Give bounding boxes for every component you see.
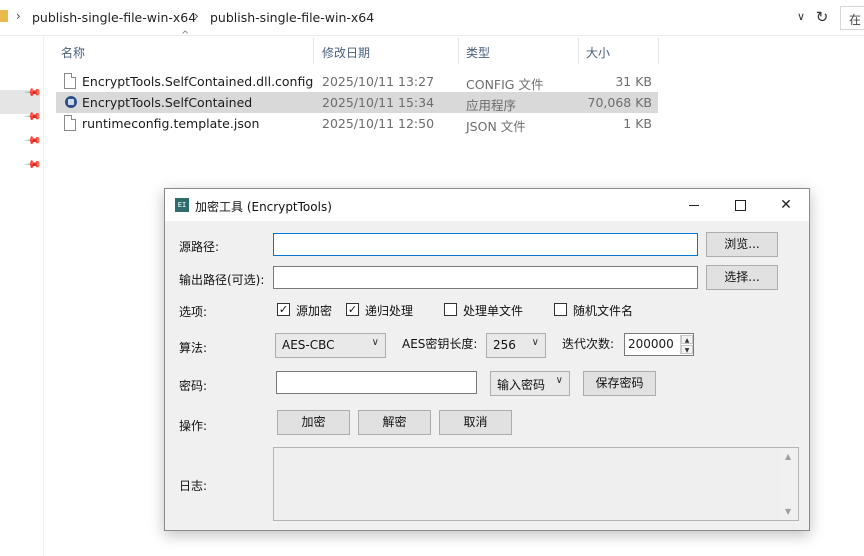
column-header-size[interactable]: 大小	[586, 36, 656, 66]
password-mode-value: 输入密码	[497, 378, 546, 392]
iterations-label: 迭代次数:	[562, 337, 615, 351]
chevron-down-icon: ∨	[371, 337, 379, 348]
key-length-value: 256	[493, 338, 516, 352]
file-row[interactable]: EncryptTools.SelfContained.dll.config 20…	[56, 71, 658, 92]
breadcrumb-item[interactable]: publish-single-file-win-x64	[32, 10, 196, 25]
scroll-down-icon[interactable]: ▼	[785, 507, 791, 516]
source-path-input[interactable]	[273, 233, 698, 256]
select-button[interactable]: 选择...	[706, 265, 778, 290]
minimize-button[interactable]	[671, 189, 717, 221]
column-header-type[interactable]: 类型	[466, 36, 566, 66]
encrypt-tools-dialog: EI 加密工具 (EncryptTools) ✕ 源路径: 浏览... 输出路径…	[164, 188, 810, 531]
file-size: 70,068 KB	[587, 95, 652, 110]
random-filename-label[interactable]: 随机文件名	[573, 302, 633, 319]
maximize-button[interactable]	[717, 189, 763, 221]
file-row[interactable]: runtimeconfig.template.json 2025/10/11 1…	[56, 113, 658, 134]
algorithm-label: 算法:	[179, 341, 208, 355]
algorithm-select[interactable]: AES-CBC ∨	[275, 333, 386, 358]
password-label: 密码:	[179, 379, 208, 393]
spin-down-icon[interactable]: ▼	[681, 345, 693, 354]
output-path-label: 输出路径(可选):	[179, 273, 265, 287]
file-type: CONFIG 文件	[466, 77, 544, 92]
file-icon	[64, 73, 76, 89]
address-bar[interactable]: › publish-single-file-win-x64 › publish-…	[0, 0, 864, 36]
window-title: 加密工具 (EncryptTools)	[195, 200, 332, 214]
file-size: 31 KB	[615, 74, 652, 89]
folder-icon	[0, 10, 8, 22]
column-divider[interactable]	[458, 38, 459, 64]
scroll-up-icon[interactable]: ▲	[785, 452, 791, 461]
single-file-checkbox[interactable]	[444, 303, 457, 316]
key-length-label: AES密钥长度:	[402, 337, 478, 351]
title-bar[interactable]: EI 加密工具 (EncryptTools) ✕	[165, 189, 809, 221]
recursive-label[interactable]: 递归处理	[365, 302, 413, 319]
chevron-down-icon: ∨	[531, 337, 539, 348]
log-textarea[interactable]: ▲ ▼	[273, 447, 799, 521]
output-path-input[interactable]	[273, 266, 698, 289]
file-date: 2025/10/11 15:34	[322, 95, 435, 110]
file-size: 1 KB	[623, 116, 652, 131]
random-filename-checkbox[interactable]	[554, 303, 567, 316]
column-header-date[interactable]: 修改日期	[322, 36, 452, 66]
recursive-checkbox[interactable]: ✓	[346, 303, 359, 316]
source-path-label: 源路径:	[179, 240, 220, 254]
iterations-input[interactable]: 200000 ▲ ▼	[624, 333, 694, 356]
chevron-down-icon: ∨	[555, 375, 563, 386]
cancel-button[interactable]: 取消	[439, 410, 512, 435]
chevron-down-icon[interactable]: ∨	[797, 10, 809, 26]
file-name: runtimeconfig.template.json	[82, 116, 260, 131]
close-icon: ✕	[780, 197, 792, 213]
browse-button[interactable]: 浏览...	[706, 232, 778, 257]
refresh-icon[interactable]: ↻	[813, 8, 831, 28]
pin-icon: 📌	[23, 155, 43, 174]
iterations-value: 200000	[628, 337, 674, 351]
save-password-button[interactable]: 保存密码	[583, 371, 656, 396]
log-scrollbar[interactable]: ▲ ▼	[781, 448, 798, 520]
options-label: 选项:	[179, 305, 208, 319]
application-icon	[65, 96, 77, 108]
source-encrypt-label[interactable]: 源加密	[296, 302, 332, 319]
column-header-name[interactable]: 名称	[61, 36, 311, 66]
file-icon	[64, 115, 76, 131]
pin-icon: 📌	[23, 131, 43, 150]
password-mode-select[interactable]: 输入密码 ∨	[490, 371, 570, 396]
file-name: EncryptTools.SelfContained	[82, 95, 253, 110]
search-input[interactable]: 在	[840, 6, 864, 30]
chevron-right-icon: ›	[194, 9, 199, 23]
decrypt-button[interactable]: 解密	[358, 410, 431, 435]
file-date: 2025/10/11 13:27	[322, 74, 435, 89]
column-divider[interactable]	[313, 38, 314, 64]
single-file-label[interactable]: 处理单文件	[463, 302, 523, 319]
file-row[interactable]: EncryptTools.SelfContained 2025/10/11 15…	[56, 92, 658, 113]
column-divider[interactable]	[578, 38, 579, 64]
key-length-select[interactable]: 256 ∨	[486, 333, 546, 358]
algorithm-value: AES-CBC	[282, 338, 335, 352]
log-label: 日志:	[179, 479, 208, 493]
column-divider[interactable]	[658, 38, 659, 64]
iterations-stepper[interactable]: ▲ ▼	[680, 335, 693, 354]
password-input[interactable]	[276, 371, 477, 394]
actions-label: 操作:	[179, 419, 208, 433]
close-button[interactable]: ✕	[763, 189, 809, 221]
file-date: 2025/10/11 12:50	[322, 116, 435, 131]
encrypt-button[interactable]: 加密	[277, 410, 350, 435]
breadcrumb-item[interactable]: publish-single-file-win-x64	[210, 10, 374, 25]
app-icon: EI	[175, 198, 189, 212]
file-name: EncryptTools.SelfContained.dll.config	[82, 74, 314, 89]
chevron-right-icon: ›	[16, 9, 21, 23]
file-type: 应用程序	[466, 98, 517, 113]
file-type: JSON 文件	[466, 119, 526, 134]
spin-up-icon[interactable]: ▲	[681, 335, 693, 344]
navigation-pane: 📌 📌 📌 📌	[0, 36, 44, 556]
source-encrypt-checkbox[interactable]: ✓	[277, 303, 290, 316]
